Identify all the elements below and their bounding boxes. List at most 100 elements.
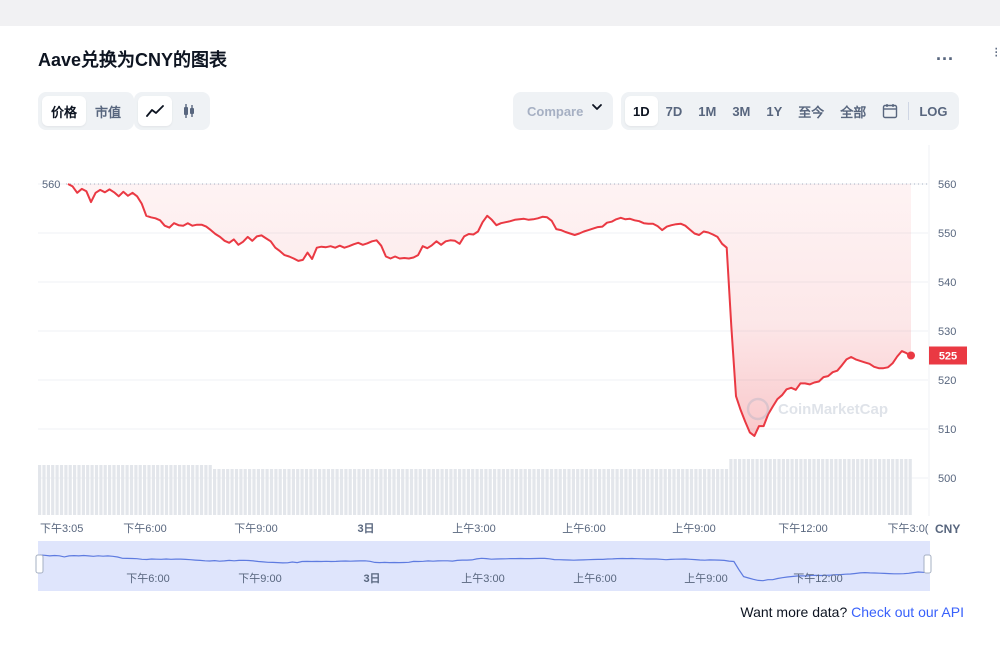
- volume-bar: [143, 465, 147, 515]
- volume-bar: [178, 465, 182, 515]
- y-tick-label: 530: [938, 326, 956, 338]
- volume-bar: [265, 469, 269, 515]
- volume-bar: [339, 469, 344, 515]
- volume-bar: [843, 459, 847, 515]
- navigator-handle-left[interactable]: [35, 554, 44, 574]
- volume-bar: [707, 469, 711, 515]
- volume-bar: [606, 469, 610, 515]
- volume-bar: [908, 459, 912, 515]
- volume-bar: [86, 465, 90, 515]
- volume-bar: [90, 465, 94, 515]
- navigator-tick-label: 上午6:00: [573, 572, 616, 585]
- volume-bar: [878, 459, 882, 515]
- navigator-tick-label: 3日: [363, 572, 380, 585]
- volume-bar: [208, 465, 212, 515]
- x-tick-label: 下午9:00: [234, 522, 277, 535]
- volume-bar: [151, 465, 155, 515]
- volume-bar: [182, 465, 186, 515]
- volume-bar: [794, 459, 799, 515]
- volume-bar: [440, 469, 444, 515]
- y-tick-label: 510: [938, 424, 956, 436]
- volume-bar: [278, 469, 282, 515]
- volume-bar: [834, 459, 838, 515]
- volume-bar: [55, 465, 59, 515]
- volume-bar: [427, 469, 431, 515]
- x-tick-label: 下午12:00: [778, 522, 828, 535]
- volume-bar: [239, 469, 243, 515]
- volume-bar: [466, 469, 470, 515]
- volume-bar: [746, 459, 750, 515]
- volume-bar: [768, 459, 772, 515]
- volume-bar: [444, 469, 449, 515]
- volume-bar: [274, 469, 278, 515]
- volume-bar: [51, 465, 55, 515]
- volume-bar: [313, 469, 317, 515]
- volume-bar: [256, 469, 260, 515]
- volume-bar: [528, 469, 532, 515]
- volume-bar: [230, 469, 234, 515]
- volume-bar: [558, 469, 562, 515]
- volume-bar: [576, 469, 580, 515]
- volume-bar: [628, 469, 632, 515]
- volume-bar: [510, 469, 514, 515]
- volume-bar: [786, 459, 790, 515]
- navigator-handle-right[interactable]: [923, 554, 932, 574]
- y-tick-label: 520: [938, 375, 956, 387]
- volume-bar: [689, 469, 694, 515]
- volume-bar: [738, 459, 742, 515]
- volume-bar: [488, 469, 492, 515]
- volume-bar: [825, 459, 829, 515]
- x-tick-label: 3日: [357, 522, 374, 535]
- volume-bar: [724, 469, 729, 515]
- volume-bar: [541, 469, 545, 515]
- volume-bar: [479, 469, 484, 515]
- volume-bar: [755, 459, 759, 515]
- volume-bar: [449, 469, 453, 515]
- api-link[interactable]: Check out our API: [851, 604, 964, 620]
- price-area-fill: [68, 184, 911, 436]
- api-promo: Want more data? Check out our API: [740, 604, 964, 620]
- volume-bar: [243, 469, 247, 515]
- x-tick-label: 上午6:00: [562, 522, 605, 535]
- volume-bar: [458, 469, 462, 515]
- volume-bar: [615, 469, 619, 515]
- volume-bar: [851, 459, 855, 515]
- volume-bar: [99, 465, 103, 515]
- y-tick-label: 560: [938, 179, 956, 191]
- volume-bar: [436, 469, 440, 515]
- volume-bar: [318, 469, 322, 515]
- volume-bar: [108, 465, 112, 515]
- volume-bar: [891, 459, 895, 515]
- volume-bar: [882, 459, 886, 515]
- current-price-dot: [907, 351, 915, 360]
- volume-bar: [803, 459, 807, 515]
- volume-bar: [116, 465, 120, 515]
- volume-bar: [261, 469, 265, 515]
- volume-bar: [773, 459, 777, 515]
- volume-bar: [519, 469, 523, 515]
- volume-bar: [676, 469, 680, 515]
- volume-bar: [379, 469, 383, 515]
- x-tick-label: 上午9:00: [672, 522, 715, 535]
- volume-bar: [764, 459, 768, 515]
- volume-bar: [252, 469, 256, 515]
- volume-bar: [751, 459, 755, 515]
- price-chart[interactable]: 500 510 520 530 540 550 560 560 525 CoinMarketCap…: [0, 26, 1000, 596]
- volume-bar: [729, 459, 733, 515]
- volume-bar: [904, 459, 908, 515]
- volume-bar: [147, 465, 151, 515]
- volume-bar: [156, 465, 160, 515]
- volume-bar: [720, 469, 724, 515]
- volume-bar: [781, 459, 785, 515]
- volume-bar: [532, 469, 536, 515]
- volume-bar: [493, 469, 497, 515]
- volume-bar: [134, 465, 138, 515]
- volume-bar: [173, 465, 177, 515]
- navigator-tick-label: 上午3:00: [461, 572, 504, 585]
- volume-bar: [668, 469, 672, 515]
- volume-bar: [694, 469, 698, 515]
- volume-bar: [584, 469, 589, 515]
- volume-bar: [545, 469, 549, 515]
- volume-bar: [234, 469, 239, 515]
- volume-bar: [777, 459, 781, 515]
